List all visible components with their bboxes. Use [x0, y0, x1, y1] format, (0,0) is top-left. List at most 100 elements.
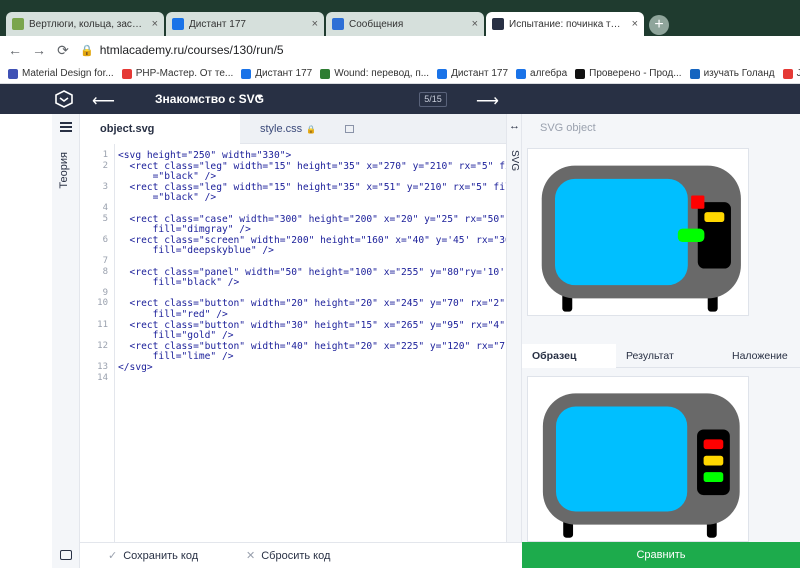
code-editor: object.svg style.css 🔒 1 2 3 4 5 6 7 8 9 10 11 12 13 1… — [80, 114, 522, 542]
tab-sample[interactable]: Образец — [522, 344, 616, 368]
tab-style-css[interactable]: style.css 🔒 — [240, 114, 368, 144]
bookmark-label: Java в облаке. Spri... — [797, 68, 800, 79]
bookmark-label: изучать Голанд — [703, 68, 775, 79]
theory-tab[interactable]: Теория — [58, 152, 70, 189]
tab-result[interactable]: Результат — [618, 344, 708, 368]
bookmark-label: Material Design for... — [22, 68, 114, 79]
code-line: ="black" /> — [118, 192, 217, 204]
app-header: ⟵ Знакомство с SVG ▼ 5/15 ⟶ — [0, 84, 800, 114]
line-number: 11 — [97, 319, 108, 330]
browser-tab-title: Вертлюги, кольца, застежки #J — [29, 18, 146, 30]
close-icon[interactable]: × — [152, 18, 158, 30]
chevron-down-icon[interactable]: ▼ — [255, 92, 264, 102]
htmlacademy-favicon-icon — [492, 18, 504, 30]
save-code-button[interactable]: ✓ Сохранить код — [108, 543, 198, 569]
browser-tab-3[interactable]: Сообщения × — [326, 12, 484, 36]
lock-icon: 🔒 — [80, 44, 94, 57]
line-number: 7 — [102, 256, 108, 266]
code-line: <rect class="button" width="40" height="… — [118, 340, 511, 352]
bookmark-item[interactable]: Java в облаке. Spri... — [782, 68, 800, 79]
line-number: 13 — [97, 362, 108, 372]
browser-tab-strip: Вертлюги, кольца, застежки #J × Дистант … — [0, 0, 800, 36]
browser-tab-title: Сообщения — [349, 18, 404, 30]
code-line: fill="deepskyblue" /> — [118, 245, 274, 257]
check-icon: ✓ — [108, 550, 118, 562]
code-line: fill="red" /> — [118, 309, 228, 320]
bookmark-label: PHP-Мастер. От те... — [135, 68, 234, 79]
url-field[interactable]: 🔒 htmlacademy.ru/courses/130/run/5 — [80, 39, 800, 61]
bookmark-item[interactable]: Wound: перевод, п... — [320, 68, 429, 79]
code-line: <rect class="button" width="30" height="… — [118, 319, 505, 331]
bookmark-label: алгебра — [530, 68, 568, 79]
code-line: <rect class="screen" width="200" height=… — [118, 234, 517, 246]
course-title[interactable]: Знакомство с SVG — [155, 92, 264, 106]
compare-button[interactable]: Сравнить — [522, 542, 800, 568]
reset-code-label: Сбросить код — [261, 550, 331, 562]
bookmark-item[interactable]: Дистант 177 — [241, 68, 312, 79]
bookmark-item[interactable]: PHP-Мастер. От те... — [121, 68, 234, 79]
chat-icon[interactable] — [60, 550, 72, 560]
tab-overlay[interactable]: Наложение — [732, 344, 800, 368]
bookmark-item[interactable]: алгебра — [516, 68, 567, 79]
line-number: 3 — [102, 181, 108, 192]
line-number-gutter: 1 2 3 4 5 6 7 8 9 10 11 12 13 14 — [80, 144, 114, 542]
resize-arrows-icon[interactable]: ↔ — [509, 120, 520, 132]
code-line: <rect class="leg" width="15" height="35"… — [118, 160, 523, 172]
code-line: <rect class="panel" width="50" height="1… — [118, 266, 505, 278]
previous-step-arrow-icon[interactable]: ⟵ — [92, 91, 115, 111]
next-step-arrow-icon[interactable]: ⟶ — [476, 91, 499, 111]
line-number: 6 — [102, 234, 108, 245]
svg-vertical-label: SVG — [509, 150, 520, 172]
bookmark-favicon-icon — [782, 68, 793, 79]
close-icon[interactable]: × — [312, 18, 318, 30]
tab-object-svg[interactable]: object.svg — [80, 114, 240, 144]
preview-panel: SVG object Образец Результат Наложение — [522, 114, 800, 542]
sample-preview — [527, 376, 749, 542]
reset-code-button[interactable]: ✕ Сбросить код — [246, 543, 330, 569]
code-area[interactable]: <svg height="250" width="330"> <rect cla… — [114, 144, 522, 542]
bookmark-favicon-icon — [320, 68, 331, 79]
htmlacademy-logo-icon[interactable] — [54, 90, 74, 108]
bookmark-label: Дистант 177 — [451, 68, 509, 79]
bookmark-item[interactable]: Проверено - Прод... — [575, 68, 682, 79]
preview-title: SVG object — [540, 122, 596, 134]
bookmark-label: Wound: перевод, п... — [334, 68, 430, 79]
menu-icon[interactable] — [60, 122, 72, 132]
reload-icon[interactable]: ⟳ — [54, 42, 72, 59]
calendar-favicon-icon — [172, 18, 184, 30]
line-number: 8 — [102, 266, 108, 277]
file-tabs: object.svg style.css 🔒 — [80, 114, 506, 144]
tv-result-image — [541, 165, 741, 312]
bookmark-item[interactable]: изучать Голанд — [689, 68, 775, 79]
close-icon[interactable]: × — [472, 18, 478, 30]
browser-tab-2[interactable]: Дистант 177 × — [166, 12, 324, 36]
forward-arrow-icon[interactable]: → — [30, 42, 48, 58]
line-number: 14 — [97, 372, 108, 383]
bookmark-favicon-icon — [575, 68, 586, 79]
code-line: fill="dimgray" /> — [118, 224, 251, 236]
code-line: fill="gold" /> — [118, 330, 234, 342]
tab-label: object.svg — [100, 123, 155, 135]
fishing-favicon-icon — [12, 18, 24, 30]
new-tab-button[interactable]: + — [649, 15, 669, 35]
lock-icon: 🔒 — [306, 125, 317, 134]
browser-tab-1[interactable]: Вертлюги, кольца, застежки #J × — [6, 12, 164, 36]
tab-label: style.css — [260, 123, 303, 135]
bookmarks-bar: Material Design for... PHP-Мастер. От те.… — [0, 64, 800, 84]
editor-bottom-bar: ✓ Сохранить код ✕ Сбросить код — [80, 542, 522, 568]
back-arrow-icon[interactable]: ← — [6, 42, 24, 58]
line-number: 4 — [102, 203, 108, 213]
panel-splitter[interactable]: ↔ SVG — [506, 114, 522, 542]
bookmark-item[interactable]: Дистант 177 — [437, 68, 508, 79]
browser-tab-title: Испытание: починка телевизор — [509, 18, 626, 30]
browser-tab-4-active[interactable]: Испытание: починка телевизор × — [486, 12, 644, 36]
tv-sample-image — [542, 393, 740, 538]
line-number: 5 — [102, 213, 108, 224]
close-icon[interactable]: × — [632, 18, 638, 30]
bookmark-favicon-icon — [121, 68, 132, 79]
step-progress-badge: 5/15 — [419, 92, 447, 107]
chat-favicon-icon — [332, 18, 344, 30]
expand-icon[interactable] — [345, 125, 354, 133]
close-icon: ✕ — [246, 550, 256, 562]
bookmark-item[interactable]: Material Design for... — [8, 68, 114, 79]
